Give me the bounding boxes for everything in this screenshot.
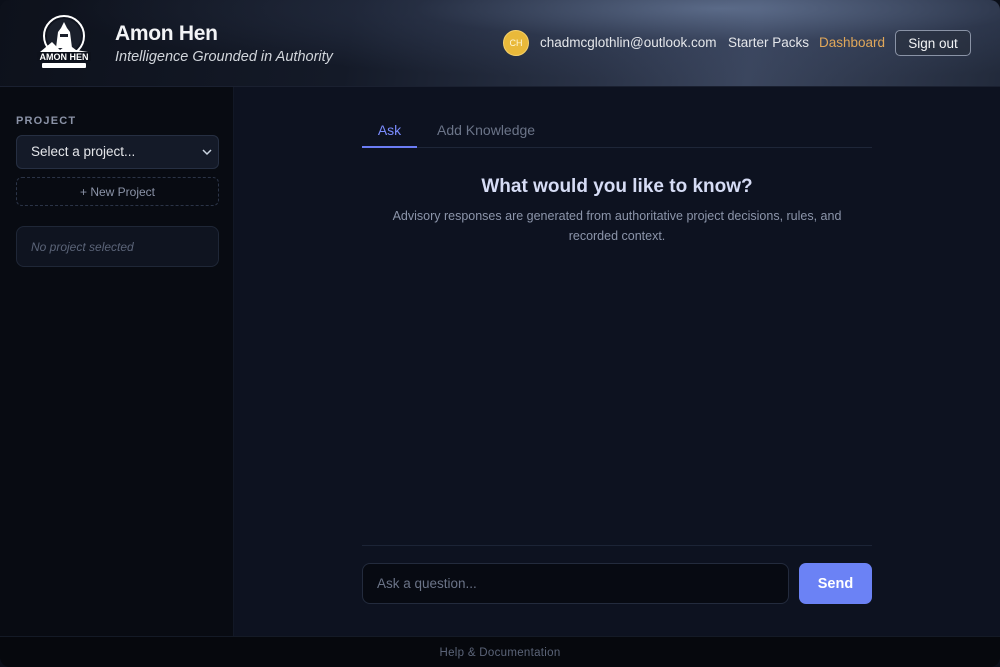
user-email: chadmcglothlin@outlook.com (540, 35, 717, 50)
help-documentation-link[interactable]: Help & Documentation (439, 647, 560, 659)
chevron-down-icon (202, 137, 212, 180)
nav-dashboard[interactable]: Dashboard (819, 35, 885, 50)
input-divider (362, 545, 872, 546)
tab-bar: Ask Add Knowledge (362, 117, 872, 148)
prompt-title: What would you like to know? (481, 176, 753, 197)
question-input[interactable] (362, 563, 789, 604)
new-project-button[interactable]: + New Project (16, 177, 219, 206)
tab-ask[interactable]: Ask (362, 117, 417, 148)
empty-project-state: No project selected (16, 226, 219, 267)
project-select[interactable]: Select a project... (16, 135, 219, 169)
sidebar: PROJECT Select a project... + New Projec… (0, 87, 234, 636)
app-header: AMON HEN Amon Hen Intelligence Grounded … (0, 0, 1000, 87)
user-avatar[interactable]: CH (503, 30, 529, 56)
sign-out-button[interactable]: Sign out (895, 30, 971, 56)
footer: Help & Documentation (0, 636, 1000, 667)
app-tagline: Intelligence Grounded in Authority (115, 49, 333, 65)
project-select-value: Select a project... (31, 144, 136, 159)
logo-wordmark: AMON HEN (40, 52, 89, 62)
amon-hen-logo: AMON HEN (34, 12, 94, 70)
tab-add-knowledge[interactable]: Add Knowledge (437, 117, 535, 148)
main-panel: Ask Add Knowledge What would you like to… (234, 87, 1000, 636)
send-button[interactable]: Send (799, 563, 872, 604)
app-window: AMON HEN Amon Hen Intelligence Grounded … (0, 0, 1000, 667)
prompt-subtitle: Advisory responses are generated from au… (392, 209, 842, 243)
app-title: Amon Hen (115, 22, 218, 45)
project-section-label: PROJECT (16, 115, 77, 127)
nav-starter-packs[interactable]: Starter Packs (728, 35, 809, 50)
